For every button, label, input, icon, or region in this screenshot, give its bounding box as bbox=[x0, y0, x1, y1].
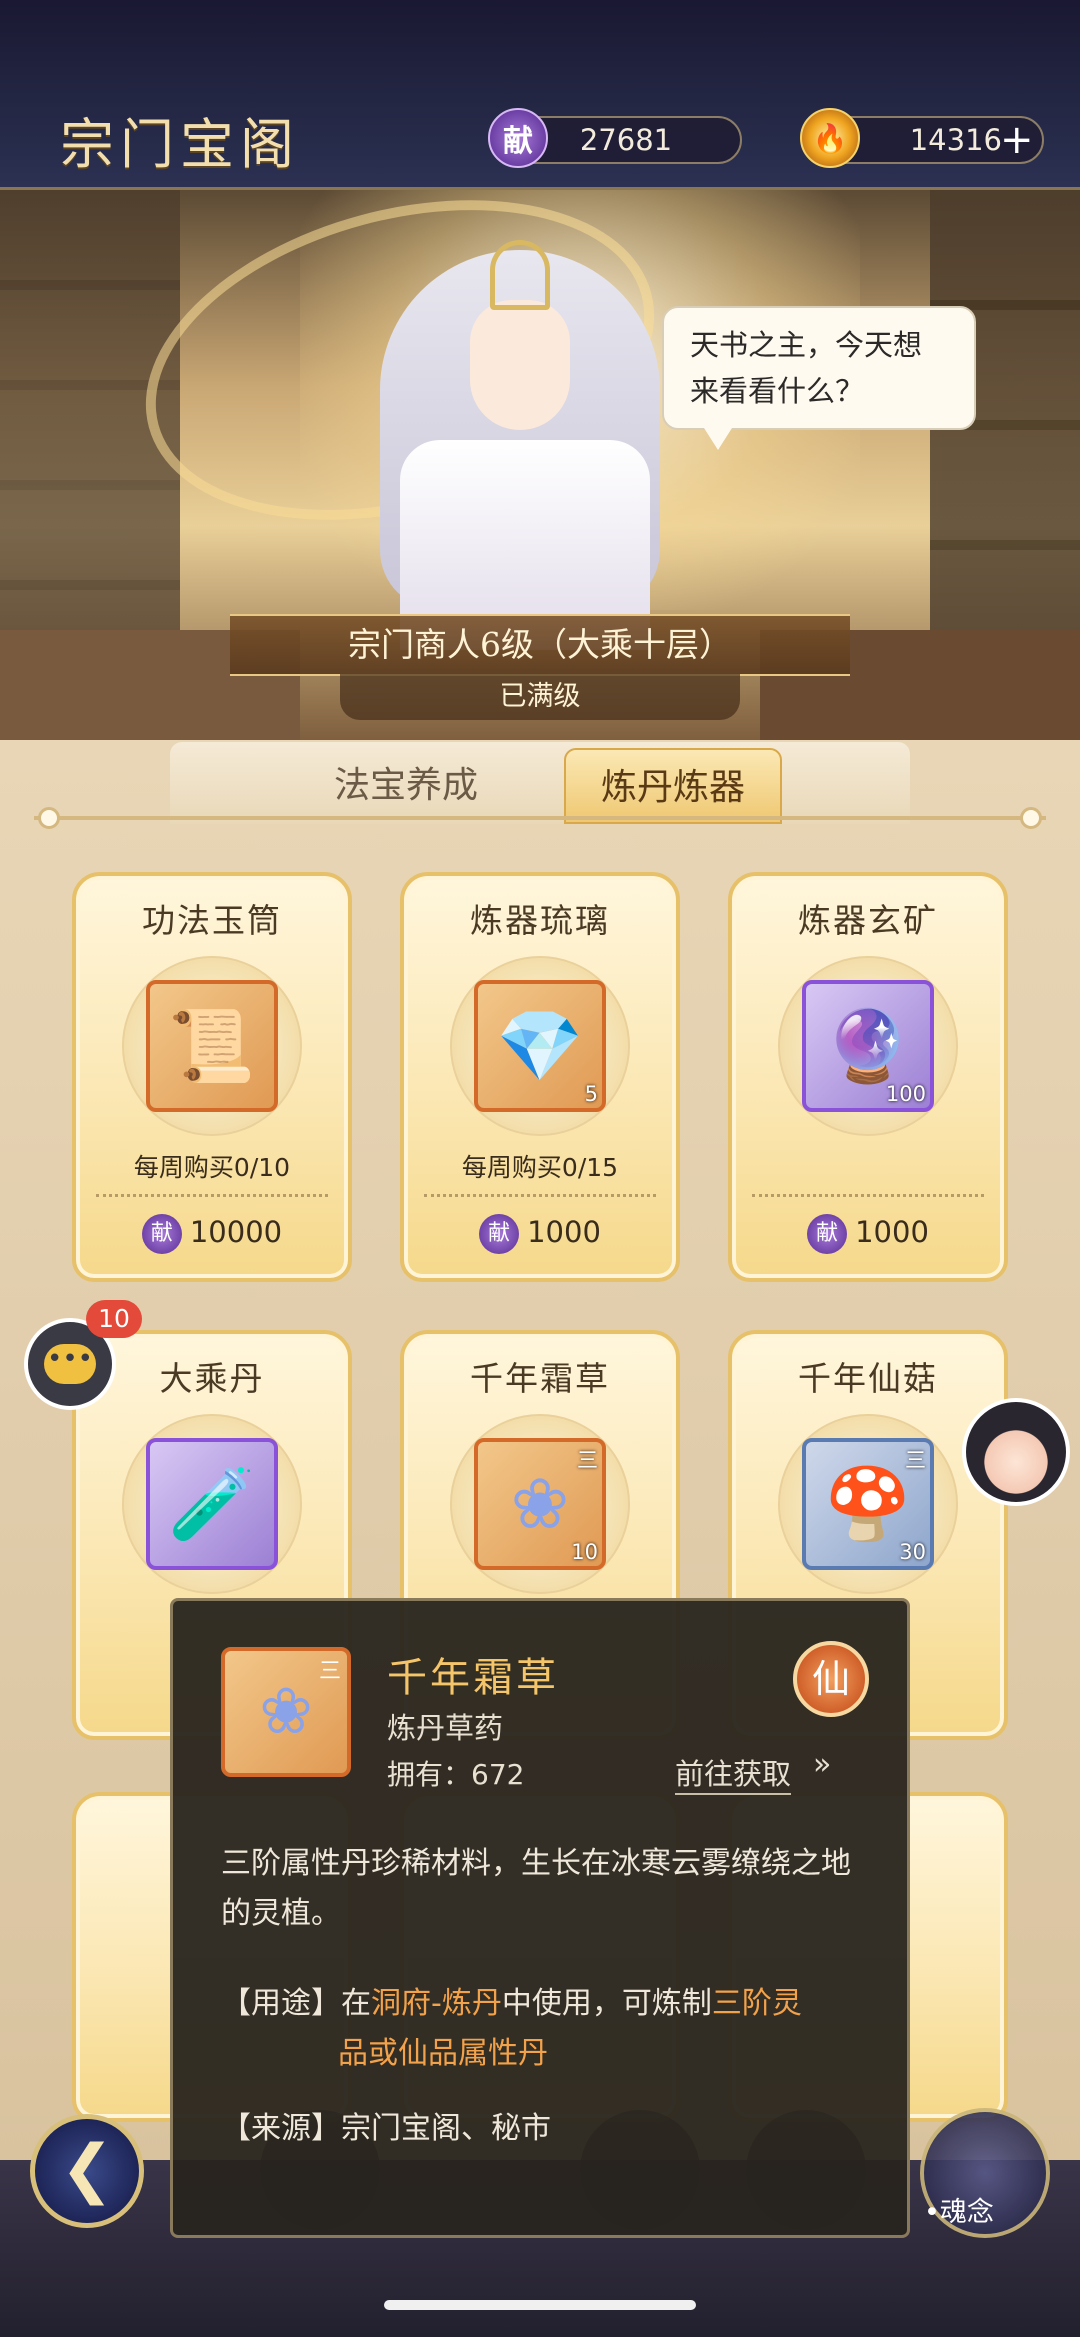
mushroom-icon: 🍄 bbox=[824, 1462, 912, 1545]
card-name: 炼器琉璃 bbox=[470, 901, 610, 940]
usage-label: 【用途】 bbox=[221, 1986, 341, 2021]
shop-card-gongfa-yutong[interactable]: 功法玉筒 📜 每周购买0/10 献 10000 bbox=[72, 872, 352, 1282]
usage-mid: 中使用，可炼制 bbox=[501, 1986, 712, 2021]
shop-card-lianqi-xuankuang[interactable]: 炼器玄矿 🔮 100 献 1000 bbox=[728, 872, 1008, 1282]
flower-icon: ❀ bbox=[259, 1675, 313, 1749]
tab-artifact-cultivation[interactable]: 法宝养成 bbox=[296, 748, 516, 824]
xian-currency-icon: 献 bbox=[488, 108, 548, 168]
mushroom-item-icon: 🍄 三 30 bbox=[802, 1438, 934, 1570]
page-title: 宗门宝阁 bbox=[60, 113, 300, 176]
merchant-rank-status: 已满级 bbox=[340, 674, 740, 720]
card-name: 炼器玄矿 bbox=[798, 901, 938, 940]
merchant-speech-bubble: 天书之主，今天想来看看什么？ bbox=[662, 306, 976, 450]
price-value: 1000 bbox=[855, 1215, 929, 1249]
usage-place: 洞府-炼丹 bbox=[371, 1986, 502, 2021]
merchant-face bbox=[470, 300, 570, 430]
pill-item-icon: 🧪 bbox=[146, 1438, 278, 1570]
scroll-icon: 📜 bbox=[168, 1004, 256, 1087]
item-tooltip: ❀ 三 千年霜草 炼丹草药 拥有：672 前往获取 » 仙 三阶属性丹珍稀材料，生… bbox=[170, 1598, 910, 2238]
tooltip-owned-count: 拥有：672 bbox=[387, 1758, 525, 1791]
merchant-rank: 宗门商人6级（大乘十层） bbox=[230, 614, 850, 676]
divider-ornament-left bbox=[38, 807, 60, 829]
card-name: 千年霜草 bbox=[470, 1359, 610, 1398]
tooltip-description: 三阶属性丹珍稀材料，生长在冰寒云雾缭绕之地的灵植。 bbox=[221, 1846, 851, 1931]
flower-icon: ❀ bbox=[510, 1463, 570, 1545]
weekly-limit: 每周购买0/15 bbox=[461, 1153, 619, 1182]
card-divider bbox=[752, 1194, 984, 1197]
home-indicator bbox=[384, 2300, 696, 2310]
chat-icon: ••• bbox=[44, 1344, 96, 1384]
item-quantity: 10 bbox=[571, 1540, 598, 1564]
merchant-character[interactable] bbox=[360, 230, 680, 650]
xian-price-icon: 献 bbox=[479, 1214, 520, 1254]
card-name: 大乘丹 bbox=[159, 1359, 265, 1398]
card-divider bbox=[96, 1194, 328, 1197]
tooltip-item-type: 炼丹草药 bbox=[387, 1711, 504, 1745]
card-divider bbox=[424, 1194, 656, 1197]
card-price: 献 1000 bbox=[404, 1214, 676, 1254]
shop-card-lianqi-liuli[interactable]: 炼器琉璃 💎 5 每周购买0/15 献 1000 bbox=[400, 872, 680, 1282]
add-currency-button[interactable]: + bbox=[1000, 118, 1034, 162]
ore-item-icon: 🔮 100 bbox=[802, 980, 934, 1112]
weekly-limit: 每周购买0/10 bbox=[133, 1153, 291, 1182]
immortal-grade-badge: 仙 bbox=[793, 1641, 869, 1717]
ore-icon: 🔮 bbox=[824, 1004, 912, 1087]
card-price: 献 10000 bbox=[76, 1214, 348, 1254]
tooltip-source: 【来源】宗门宝阁、秘市 bbox=[221, 2111, 551, 2146]
item-quantity: 100 bbox=[885, 1082, 926, 1106]
divider-ornament-right bbox=[1020, 807, 1042, 829]
usage-pre: 在 bbox=[341, 1986, 371, 2021]
tooltip-item-icon: ❀ 三 bbox=[221, 1647, 351, 1777]
card-name: 功法玉筒 bbox=[142, 901, 282, 940]
tab-bar bbox=[170, 742, 910, 824]
tab-alchemy-forging[interactable]: 炼丹炼器 bbox=[564, 748, 782, 824]
companion-avatar[interactable] bbox=[962, 1398, 1070, 1506]
flame-currency-icon: 🔥 bbox=[800, 108, 860, 168]
price-value: 1000 bbox=[527, 1215, 601, 1249]
item-quantity: 30 bbox=[899, 1540, 926, 1564]
tooltip-item-name: 千年霜草 bbox=[387, 1655, 559, 1701]
item-tier: 三 bbox=[577, 1448, 598, 1472]
crystal-icon: 💎 bbox=[496, 1004, 584, 1087]
xian-price-icon: 献 bbox=[141, 1214, 182, 1254]
item-tier: 三 bbox=[905, 1448, 926, 1472]
crystal-item-icon: 💎 5 bbox=[474, 980, 606, 1112]
frost-herb-item-icon: ❀ 三 10 bbox=[474, 1438, 606, 1570]
chat-unread-badge: 10 bbox=[86, 1300, 142, 1338]
xian-price-icon: 献 bbox=[807, 1214, 848, 1254]
soul-label: •魂念 bbox=[924, 2197, 994, 2228]
goto-obtain-link[interactable]: 前往获取 bbox=[675, 1751, 792, 1795]
merchant-crown bbox=[490, 240, 550, 310]
scroll-item-icon: 📜 bbox=[146, 980, 278, 1112]
usage-result-1: 三阶灵 bbox=[711, 1986, 802, 2021]
back-button[interactable]: ❮ bbox=[30, 2114, 144, 2228]
item-quantity: 5 bbox=[584, 1082, 598, 1106]
card-price: 献 1000 bbox=[732, 1214, 1004, 1254]
usage-result-2: 品或仙品属性丹 bbox=[338, 2036, 548, 2071]
section-divider bbox=[34, 816, 1046, 820]
tooltip-item-tier: 三 bbox=[318, 1659, 341, 1684]
card-name: 千年仙菇 bbox=[798, 1359, 938, 1398]
price-value: 10000 bbox=[189, 1215, 283, 1249]
back-arrow-icon: ❮ bbox=[60, 2132, 114, 2206]
double-chevron-icon[interactable]: » bbox=[813, 1747, 831, 1782]
tooltip-usage: 【用途】在洞府-炼丹中使用，可炼制三阶灵 品或仙品属性丹 bbox=[221, 1979, 871, 2079]
pill-gourd-icon: 🧪 bbox=[168, 1462, 256, 1545]
